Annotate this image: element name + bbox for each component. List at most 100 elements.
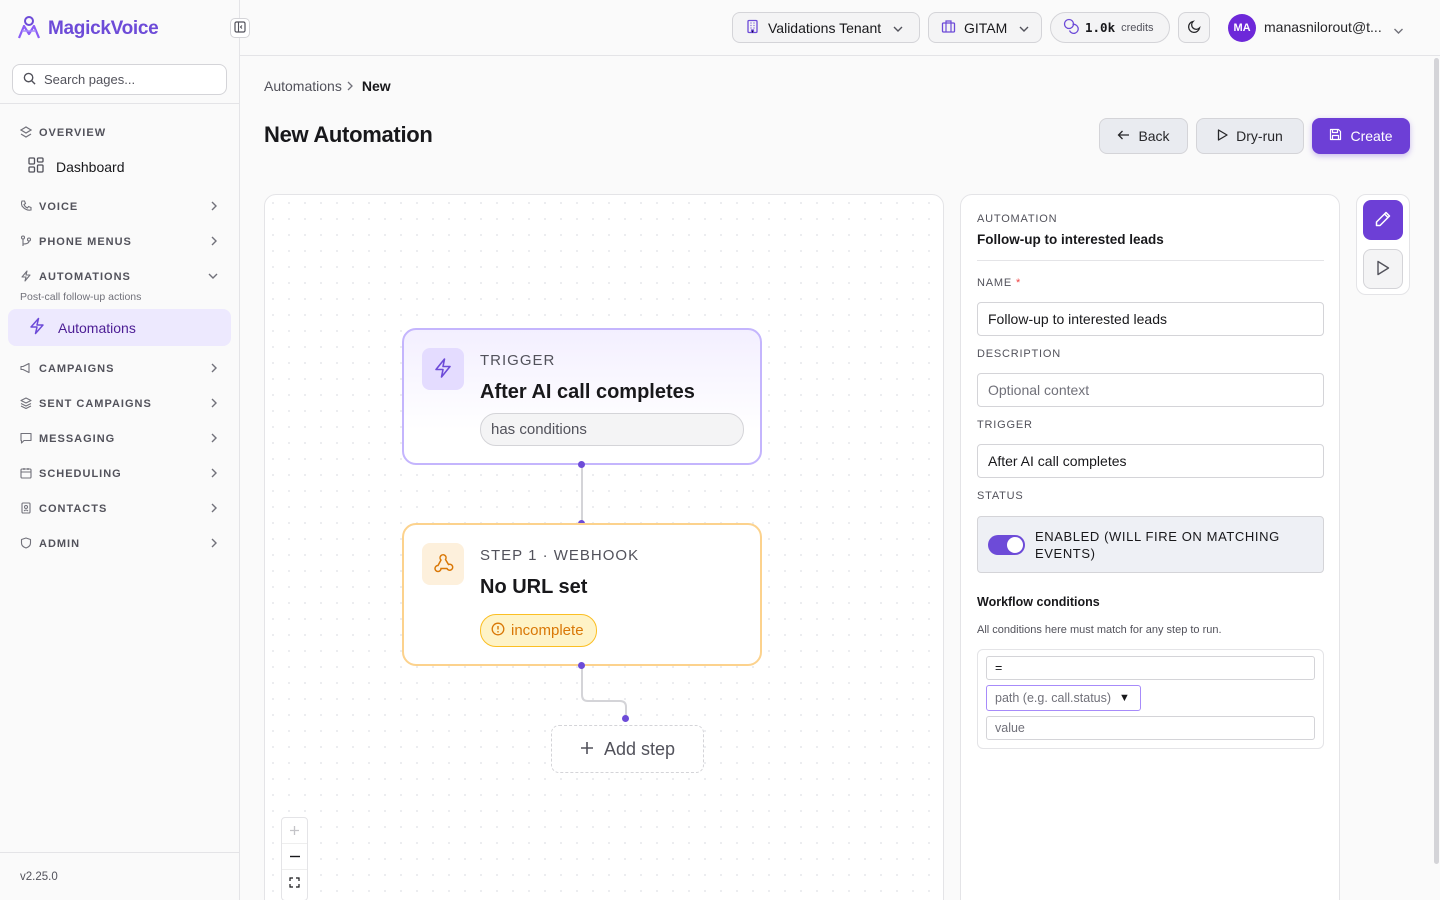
step-node-kicker: STEP 1 · WEBHOOK: [480, 547, 640, 564]
play-icon: [1217, 128, 1228, 144]
search-input[interactable]: [44, 72, 214, 87]
section-voice[interactable]: VOICE: [20, 197, 224, 217]
sidebar-item-label: Dashboard: [56, 158, 125, 175]
sidebar-item-label: Automations: [58, 319, 136, 336]
chevron-down-icon: [1019, 20, 1029, 36]
section-phone-menus-label: PHONE MENUS: [39, 236, 132, 248]
sidebar: MagickVoice OVERVIEW Dashboard VOICE PHO…: [0, 0, 240, 900]
inspector-tool-rail: [1356, 194, 1410, 295]
page-title: New Automation: [264, 122, 433, 147]
chevron-down-icon: [208, 271, 218, 283]
required-indicator: *: [1015, 277, 1022, 289]
sidebar-collapse-button[interactable]: [230, 18, 250, 38]
trigger-select[interactable]: [977, 444, 1324, 478]
building-icon: [745, 19, 760, 37]
section-contacts-label: CONTACTS: [39, 503, 108, 515]
dropdown-arrow-icon: ▼: [1119, 692, 1130, 704]
section-campaigns[interactable]: CAMPAIGNS: [20, 359, 224, 379]
condition-operator-input[interactable]: [986, 656, 1315, 680]
section-overview[interactable]: OVERVIEW: [19, 123, 224, 143]
webhook-icon: [432, 552, 454, 577]
credits-badge[interactable]: 1.0k credits: [1050, 12, 1170, 43]
user-name[interactable]: manasnilorout@t...: [1264, 19, 1382, 35]
trigger-output-handle[interactable]: [578, 461, 585, 468]
chevron-right-icon: [210, 503, 218, 516]
condition-value-input[interactable]: [986, 716, 1315, 740]
grid-small-icon: [19, 125, 33, 141]
name-field-label: NAME *: [977, 277, 1021, 289]
pencil-icon: [1374, 210, 1392, 231]
search-icon: [23, 72, 36, 88]
section-voice-label: VOICE: [39, 201, 79, 213]
toggle-knob: [1007, 536, 1023, 553]
add-step-button[interactable]: Add step: [551, 725, 704, 773]
create-button-label: Create: [1350, 128, 1393, 144]
condition-path-select[interactable]: path (e.g. call.status) ▼: [986, 685, 1141, 711]
back-button-label: Back: [1138, 128, 1170, 144]
section-phone-menus[interactable]: PHONE MENUS: [20, 232, 224, 252]
fit-view-button[interactable]: [282, 870, 307, 896]
page-scrollbar[interactable]: [1434, 58, 1439, 864]
dry-run-button[interactable]: Dry-run: [1196, 118, 1304, 154]
description-input[interactable]: [977, 373, 1324, 407]
status-box: ENABLED (WILL FIRE ON MATCHING EVENTS): [977, 516, 1324, 573]
app-logo[interactable]: MagickVoice: [16, 14, 159, 43]
back-button[interactable]: Back: [1099, 118, 1188, 154]
section-messaging[interactable]: MESSAGING: [20, 429, 224, 449]
create-button[interactable]: Create: [1312, 118, 1410, 154]
section-contacts[interactable]: CONTACTS: [20, 499, 224, 519]
top-bar: Validations Tenant GITAM 1.0k credits: [240, 0, 1440, 56]
name-input[interactable]: [977, 302, 1324, 336]
add-step-label: Add step: [603, 738, 676, 759]
moon-icon: [1187, 19, 1202, 37]
user-menu-chevron-icon[interactable]: [1393, 22, 1404, 38]
trigger-node-title: After AI call completes: [480, 381, 695, 403]
zoom-in-button[interactable]: [282, 818, 307, 844]
shield-icon: [20, 536, 32, 552]
panel-kicker: AUTOMATION: [977, 213, 1058, 225]
avatar[interactable]: MA: [1228, 14, 1256, 42]
tenant-selector[interactable]: Validations Tenant: [732, 12, 920, 43]
step1-output-handle[interactable]: [578, 662, 585, 669]
condition-path-placeholder: path (e.g. call.status): [995, 691, 1112, 705]
theme-toggle-button[interactable]: [1178, 12, 1210, 43]
trigger-node-kicker: TRIGGER: [480, 352, 556, 369]
add-step-input-handle[interactable]: [622, 715, 629, 722]
phone-icon: [20, 199, 32, 215]
section-scheduling-label: SCHEDULING: [39, 468, 122, 480]
alert-circle-icon: [491, 622, 505, 640]
chevron-right-icon: [346, 78, 354, 94]
plus-icon: [289, 823, 300, 839]
section-admin[interactable]: ADMIN: [20, 534, 224, 554]
org-selector[interactable]: GITAM: [928, 12, 1042, 43]
branch-icon: [20, 234, 32, 250]
dry-run-button-label: Dry-run: [1236, 128, 1283, 144]
save-icon: [1329, 128, 1342, 144]
status-field-label: STATUS: [977, 490, 1024, 502]
breadcrumb-parent-link[interactable]: Automations: [264, 78, 342, 94]
edit-mode-button[interactable]: [1363, 200, 1403, 240]
automation-inspector-panel: AUTOMATION Follow-up to interested leads…: [960, 194, 1340, 900]
chevron-down-icon: [893, 20, 903, 36]
flow-canvas[interactable]: TRIGGER After AI call completes has cond…: [264, 194, 944, 900]
chevron-right-icon: [210, 433, 218, 446]
run-mode-button[interactable]: [1363, 249, 1403, 289]
step-node-webhook[interactable]: STEP 1 · WEBHOOK No URL set incomplete: [402, 523, 762, 666]
zoom-out-button[interactable]: [282, 844, 307, 870]
workflow-conditions-subtitle: All conditions here must match for any s…: [977, 624, 1222, 636]
section-automations[interactable]: AUTOMATIONS: [20, 267, 224, 287]
section-automations-label: AUTOMATIONS: [39, 271, 131, 283]
status-toggle[interactable]: [988, 534, 1025, 555]
contacts-icon: [20, 501, 32, 517]
section-overview-label: OVERVIEW: [39, 127, 107, 139]
search-box[interactable]: [12, 64, 227, 95]
megaphone-icon: [20, 362, 32, 377]
section-scheduling[interactable]: SCHEDULING: [20, 464, 224, 484]
sidebar-item-automations[interactable]: Automations: [8, 309, 231, 346]
chat-icon: [20, 432, 32, 447]
trigger-node[interactable]: TRIGGER After AI call completes has cond…: [402, 328, 762, 465]
section-sent-campaigns[interactable]: SENT CAMPAIGNS: [20, 394, 224, 414]
sidebar-item-dashboard[interactable]: Dashboard: [8, 148, 231, 185]
credits-value: 1.0k: [1085, 20, 1116, 35]
chevron-right-icon: [210, 538, 218, 551]
